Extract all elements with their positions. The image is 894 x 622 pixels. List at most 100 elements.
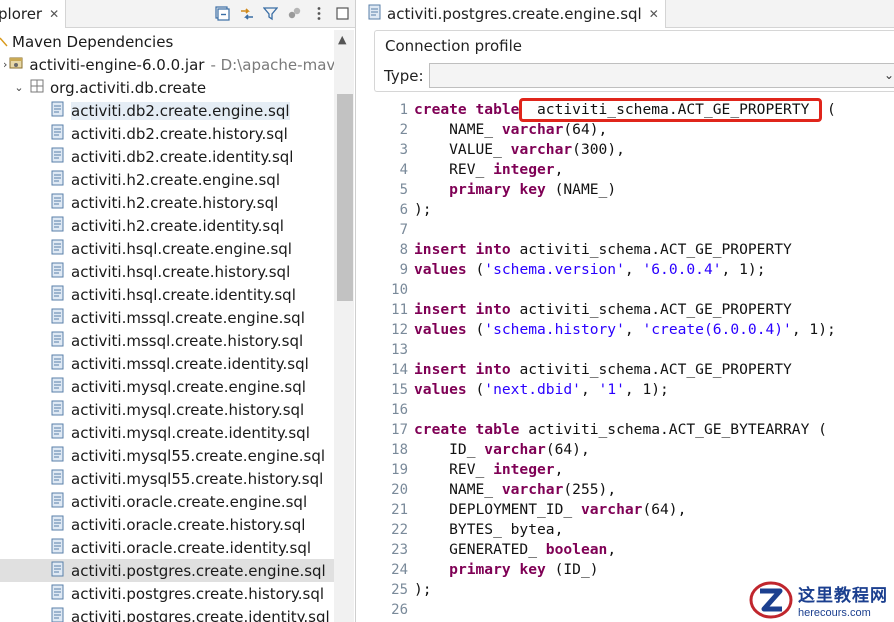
- sql-keyword: create table: [414, 101, 529, 118]
- sql-keyword: primary key: [449, 561, 546, 578]
- type-dropdown[interactable]: ⌄: [429, 63, 894, 88]
- file-item[interactable]: activiti.mysql.create.identity.sql: [0, 421, 334, 444]
- code-line[interactable]: primary key (NAME_): [414, 180, 894, 200]
- code-line[interactable]: values ('schema.history', 'create(6.0.0.…: [414, 320, 894, 340]
- file-item[interactable]: activiti.db2.create.engine.sql: [0, 99, 334, 122]
- chevron-down-icon[interactable]: ⌄: [12, 81, 26, 95]
- code-line[interactable]: values ('schema.version', '6.0.0.4', 1);: [414, 260, 894, 280]
- code-line[interactable]: NAME_ varchar(255),: [414, 480, 894, 500]
- chevron-right-icon[interactable]: ›: [3, 58, 7, 72]
- file-item[interactable]: activiti.postgres.create.history.sql: [0, 582, 334, 605]
- file-item[interactable]: activiti.mssql.create.identity.sql: [0, 352, 334, 375]
- code-line[interactable]: [414, 220, 894, 240]
- explorer-scrollbar[interactable]: ▲: [334, 30, 354, 622]
- tree-item-maven-dependencies[interactable]: Maven Dependencies: [0, 30, 334, 53]
- code-line[interactable]: DEPLOYMENT_ID_ varchar(64),: [414, 500, 894, 520]
- file-item[interactable]: activiti.mssql.create.history.sql: [0, 329, 334, 352]
- code-line[interactable]: REV_ integer,: [414, 160, 894, 180]
- sql-text: (: [466, 261, 485, 278]
- code-line[interactable]: create table activiti_schema.ACT_GE_BYTE…: [414, 420, 894, 440]
- file-item[interactable]: activiti.postgres.create.identity.sql: [0, 605, 334, 622]
- focus-icon[interactable]: [285, 4, 304, 23]
- tab-sql-file[interactable]: activiti.postgres.create.engine.sql ✕: [362, 0, 666, 28]
- close-icon[interactable]: ✕: [49, 7, 59, 21]
- line-number: 17: [391, 422, 408, 438]
- code-line[interactable]: ID_ varchar(64),: [414, 440, 894, 460]
- sql-keyword: varchar: [484, 441, 546, 458]
- file-item[interactable]: activiti.h2.create.history.sql: [0, 191, 334, 214]
- code-line[interactable]: );: [414, 200, 894, 220]
- sql-file-icon: [50, 584, 66, 604]
- sql-file-icon: [50, 193, 66, 213]
- file-item[interactable]: activiti.db2.create.identity.sql: [0, 145, 334, 168]
- sql-text: ,: [624, 261, 643, 278]
- file-item-label: activiti.postgres.create.engine.sql: [71, 561, 326, 580]
- filter-icon[interactable]: [261, 4, 280, 23]
- file-item[interactable]: activiti.mysql55.create.history.sql: [0, 467, 334, 490]
- code-line[interactable]: VALUE_ varchar(300),: [414, 140, 894, 160]
- file-item[interactable]: activiti.mysql.create.history.sql: [0, 398, 334, 421]
- file-item[interactable]: activiti.hsql.create.identity.sql: [0, 283, 334, 306]
- file-item-label: activiti.mssql.create.identity.sql: [71, 354, 309, 373]
- sql-file-icon: [50, 492, 66, 512]
- code-line[interactable]: [414, 340, 894, 360]
- tab-project-explorer[interactable]: plorer ✕: [0, 0, 67, 28]
- sql-text: REV_: [414, 161, 494, 178]
- sql-file-icon: [367, 4, 383, 24]
- connection-profile-group: Connection profile Type: ⌄: [374, 30, 894, 92]
- file-item[interactable]: activiti.hsql.create.history.sql: [0, 260, 334, 283]
- code-line[interactable]: values ('next.dbid', '1', 1);: [414, 380, 894, 400]
- chevron-down-icon[interactable]: [0, 35, 8, 49]
- explorer-tab-bar: plorer ✕: [0, 0, 355, 28]
- sql-string: 'next.dbid': [484, 381, 581, 398]
- package-icon: [29, 78, 45, 98]
- tree-item-label: activiti-engine-6.0.0.jar: [29, 55, 205, 74]
- file-item[interactable]: activiti.mysql55.create.engine.sql: [0, 444, 334, 467]
- code-line[interactable]: insert into activiti_schema.ACT_GE_PROPE…: [414, 240, 894, 260]
- file-item-label: activiti.mysql55.create.history.sql: [71, 469, 324, 488]
- code-line[interactable]: REV_ integer,: [414, 460, 894, 480]
- code-line[interactable]: [414, 280, 894, 300]
- code-line[interactable]: insert into activiti_schema.ACT_GE_PROPE…: [414, 360, 894, 380]
- collapse-all-icon[interactable]: [213, 4, 232, 23]
- sql-text: (64),: [642, 501, 687, 518]
- file-item[interactable]: activiti.oracle.create.history.sql: [0, 513, 334, 536]
- file-item[interactable]: activiti.h2.create.identity.sql: [0, 214, 334, 237]
- scroll-up-arrow-icon[interactable]: ▲: [338, 33, 346, 46]
- code-line[interactable]: GENERATED_ boolean,: [414, 540, 894, 560]
- code-line[interactable]: [414, 400, 894, 420]
- file-item-label: activiti.postgres.create.history.sql: [71, 584, 325, 603]
- code-text[interactable]: create table activiti_schema.ACT_GE_PROP…: [414, 100, 894, 620]
- line-number: 11: [391, 302, 408, 318]
- tree-item-package[interactable]: ⌄ org.activiti.db.create: [0, 76, 334, 99]
- close-icon[interactable]: ✕: [649, 7, 659, 21]
- minimize-icon[interactable]: [333, 4, 352, 23]
- link-with-editor-icon[interactable]: [237, 4, 256, 23]
- sql-string: '1': [598, 381, 625, 398]
- view-menu-icon[interactable]: [309, 4, 328, 23]
- code-line[interactable]: BYTES_ bytea,: [414, 520, 894, 540]
- file-item-label: activiti.db2.create.history.sql: [71, 124, 288, 143]
- code-line[interactable]: primary key (ID_): [414, 560, 894, 580]
- line-number: 5: [399, 182, 408, 198]
- file-item-label: activiti.oracle.create.history.sql: [71, 515, 306, 534]
- file-item[interactable]: activiti.hsql.create.engine.sql: [0, 237, 334, 260]
- scrollbar-thumb[interactable]: [337, 94, 353, 301]
- line-number: 24: [391, 562, 408, 578]
- code-line[interactable]: NAME_ varchar(64),: [414, 120, 894, 140]
- file-item[interactable]: activiti.db2.create.history.sql: [0, 122, 334, 145]
- sql-keyword: values: [414, 261, 467, 278]
- type-label: Type:: [384, 67, 424, 85]
- file-item[interactable]: activiti.oracle.create.identity.sql: [0, 536, 334, 559]
- file-item[interactable]: activiti.h2.create.engine.sql: [0, 168, 334, 191]
- file-item[interactable]: activiti.mysql.create.engine.sql: [0, 375, 334, 398]
- file-item[interactable]: activiti.oracle.create.engine.sql: [0, 490, 334, 513]
- file-item[interactable]: activiti.postgres.create.engine.sql: [0, 559, 334, 582]
- chevron-down-icon[interactable]: ⌄: [884, 68, 894, 82]
- watermark-cn: 这里教程网: [798, 586, 888, 606]
- code-area[interactable]: 1 2 3 4 5 6 7 8 9 10 11 12 13 14 15 16 17 18 19 20 21 22 23 24 2…: [374, 100, 894, 622]
- code-line[interactable]: insert into activiti_schema.ACT_GE_PROPE…: [414, 300, 894, 320]
- sql-text: activiti_schema.ACT_GE_PROPERTY: [510, 241, 792, 258]
- tree-item-jar[interactable]: › activiti-engine-6.0.0.jar - D:\apache-…: [0, 53, 354, 76]
- file-item[interactable]: activiti.mssql.create.engine.sql: [0, 306, 334, 329]
